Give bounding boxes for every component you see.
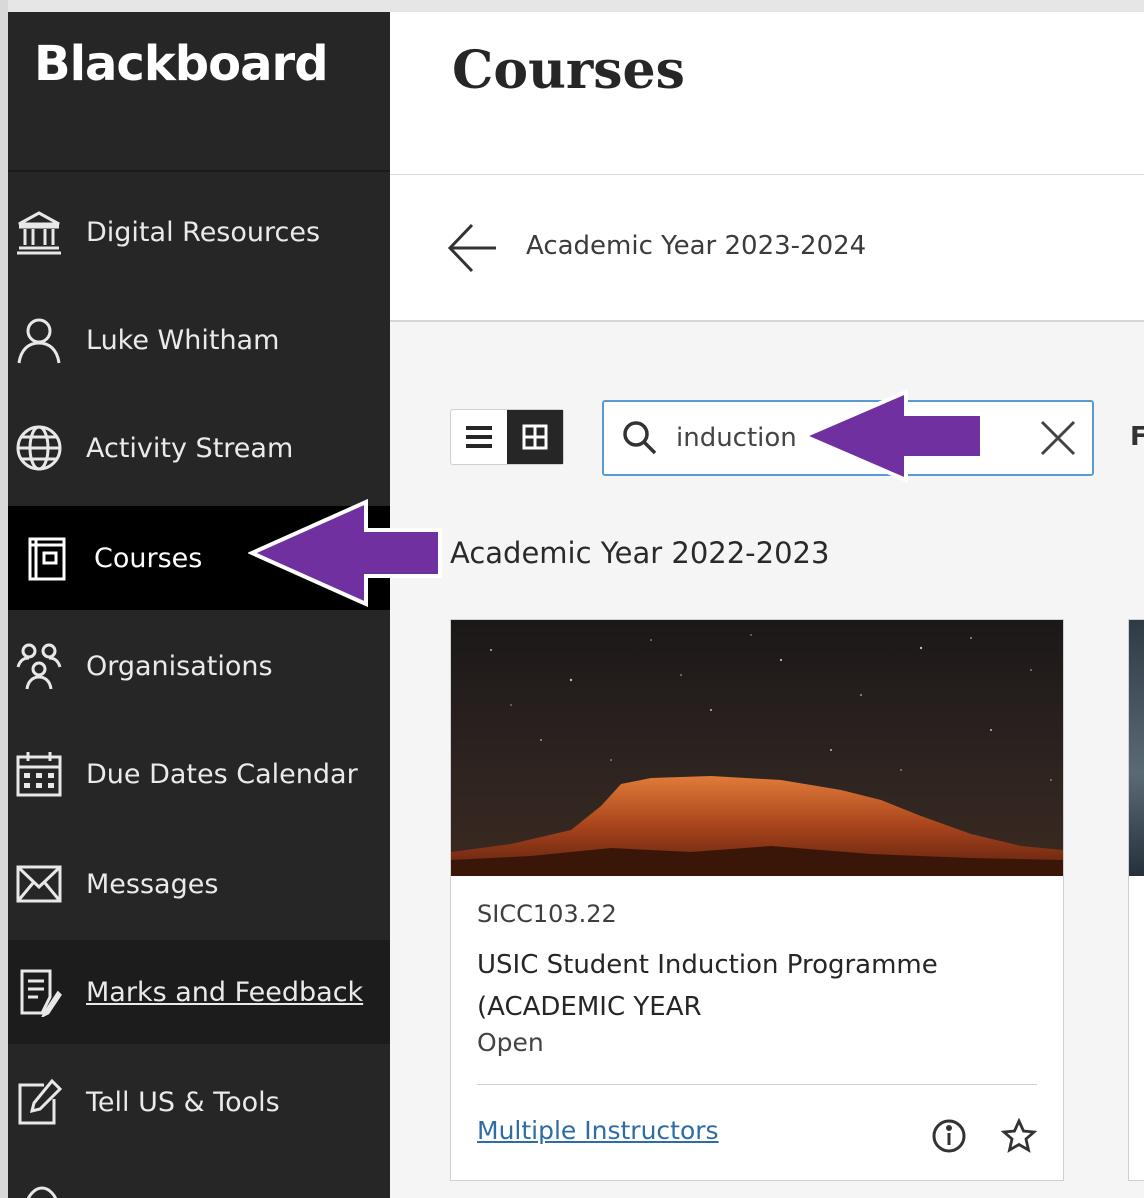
sidebar-item-label: Marks and Feedback [86,976,364,1008]
grid-icon [522,424,548,450]
organisations-icon [12,639,66,693]
page-title: Courses [452,40,685,101]
sidebar-item-organisations[interactable]: Organisations [8,614,390,718]
term-label: Academic Year 2023-2024 [526,231,867,261]
sidebar-item-messages[interactable]: Messages [8,832,390,936]
card-divider [477,1084,1037,1085]
sidebar-item-marks-and-feedback[interactable]: Marks and Feedback [8,940,390,1044]
star-icon[interactable] [1000,1117,1038,1154]
sidebar-item-label: Courses [94,542,203,574]
instructors-link[interactable]: Multiple Instructors [477,1116,719,1145]
sidebar-item-label: Tell US & Tools [86,1086,280,1118]
annotation-arrow-search [800,388,984,484]
view-toggle [450,409,564,465]
sidebar-item-digital-resources[interactable]: Digital Resources [8,180,390,284]
envelope-icon [12,857,66,911]
edit-icon [12,1075,66,1129]
info-icon[interactable] [931,1118,967,1154]
app-window: Blackboard Digital Resources Luke Whitha… [0,0,1144,1198]
institution-icon [12,205,66,259]
sidebar-item-label: Digital Resources [86,216,321,248]
window-top-edge [0,0,1144,12]
courses-icon [20,531,74,585]
filter-label-truncated[interactable]: F [1130,422,1144,452]
course-card-image [451,620,1063,876]
sidebar-item-activity-stream[interactable]: Activity Stream [8,396,390,500]
section-heading: Academic Year 2022-2023 [450,536,830,570]
logo-divider [8,170,390,172]
course-card-image [1129,620,1144,876]
sidebar-item-profile[interactable]: Luke Whitham [8,288,390,392]
sidebar-item-label: Messages [86,868,219,900]
globe-icon [12,421,66,475]
course-status: Open [477,1028,544,1057]
user-icon [12,313,66,367]
blackboard-logo[interactable]: Blackboard [34,36,329,92]
page-header: Courses [390,12,1144,175]
search-icon [622,420,658,456]
list-view-button[interactable] [451,410,507,464]
main-content: Courses Academic Year 2023-2024 inductio… [390,12,1144,1198]
term-navigation: Academic Year 2023-2024 [390,175,1144,322]
marks-icon [12,965,66,1019]
annotation-arrow-courses [248,498,442,608]
sidebar-item-label: Activity Stream [86,432,294,464]
sidebar-item-tell-us-tools[interactable]: Tell US & Tools [8,1050,390,1154]
sidebar-item-label: Due Dates Calendar [86,758,358,790]
sidebar-item-label: Luke Whitham [86,324,280,356]
list-icon [466,426,492,448]
back-arrow-icon[interactable] [446,221,500,275]
course-code: SICC103.22 [477,900,617,928]
course-card-partial[interactable] [1128,619,1144,1181]
grid-view-button[interactable] [507,410,563,464]
sidebar-item-partial-icon [22,1182,62,1198]
window-left-edge [0,0,8,1198]
calendar-icon [12,747,66,801]
sidebar-item-due-dates-calendar[interactable]: Due Dates Calendar [8,722,390,826]
course-card[interactable]: SICC103.22 USIC Student Induction Progra… [450,619,1064,1181]
close-icon[interactable] [1038,418,1078,458]
course-title[interactable]: USIC Student Induction Programme (ACADEM… [477,944,1017,1028]
sidebar-item-label: Organisations [86,650,273,682]
